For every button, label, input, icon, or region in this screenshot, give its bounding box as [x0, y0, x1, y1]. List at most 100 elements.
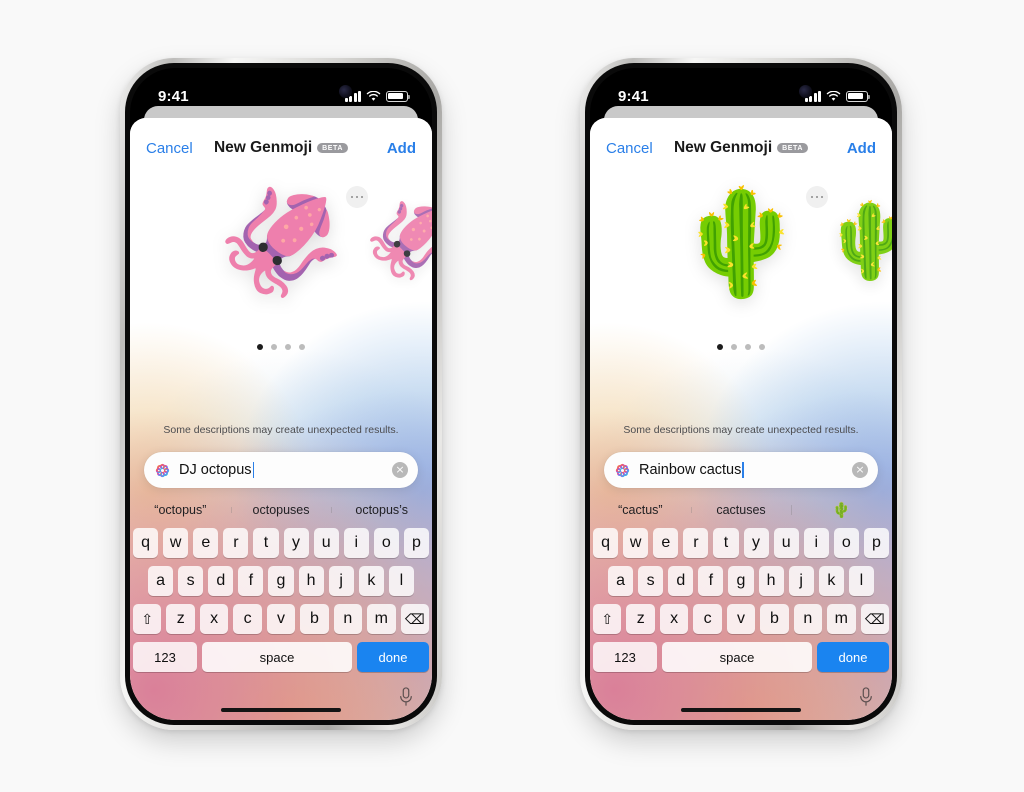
- key-c[interactable]: c: [693, 604, 722, 634]
- key-l[interactable]: l: [848, 566, 874, 596]
- key-i[interactable]: i: [803, 528, 829, 558]
- space-key[interactable]: space: [662, 642, 812, 672]
- key-w[interactable]: w: [623, 528, 649, 558]
- key-a[interactable]: a: [148, 566, 174, 596]
- key-k[interactable]: k: [358, 566, 384, 596]
- key-y[interactable]: y: [283, 528, 309, 558]
- suggestion-item-2[interactable]: cactuses: [690, 503, 792, 517]
- page-dot-3[interactable]: [285, 344, 291, 350]
- cancel-button[interactable]: Cancel: [606, 140, 653, 157]
- description-input[interactable]: DJ octopus ×: [144, 452, 418, 488]
- key-s[interactable]: s: [178, 566, 204, 596]
- keyboard-row-2: a s d f g h j k l: [133, 566, 429, 596]
- shift-icon[interactable]: ⇧: [133, 604, 162, 634]
- key-v[interactable]: v: [726, 604, 756, 634]
- cancel-button[interactable]: Cancel: [146, 140, 193, 157]
- done-key[interactable]: done: [817, 642, 889, 672]
- microphone-icon[interactable]: [858, 687, 874, 707]
- key-g[interactable]: g: [728, 566, 754, 596]
- key-d[interactable]: d: [208, 566, 234, 596]
- key-b[interactable]: b: [760, 604, 789, 634]
- key-h[interactable]: h: [758, 566, 784, 596]
- description-input[interactable]: Rainbow cactus ×: [604, 452, 878, 488]
- clear-icon[interactable]: ×: [392, 462, 408, 478]
- key-o[interactable]: o: [373, 528, 399, 558]
- key-m[interactable]: m: [827, 604, 856, 634]
- key-t[interactable]: t: [253, 528, 279, 558]
- add-button[interactable]: Add: [387, 140, 416, 157]
- key-n[interactable]: n: [333, 604, 363, 634]
- key-c[interactable]: c: [233, 604, 262, 634]
- page-dot-2[interactable]: [731, 344, 737, 350]
- key-o[interactable]: o: [833, 528, 859, 558]
- key-z[interactable]: z: [166, 604, 195, 634]
- key-m[interactable]: m: [367, 604, 396, 634]
- key-s[interactable]: s: [638, 566, 664, 596]
- key-l[interactable]: l: [388, 566, 414, 596]
- key-d[interactable]: d: [668, 566, 694, 596]
- key-h[interactable]: h: [298, 566, 324, 596]
- page-dots[interactable]: [590, 344, 892, 350]
- suggestion-item-1[interactable]: “cactus”: [590, 503, 691, 517]
- key-e[interactable]: e: [193, 528, 219, 558]
- key-r[interactable]: r: [223, 528, 249, 558]
- backspace-icon[interactable]: ⌫: [860, 604, 889, 634]
- key-r[interactable]: r: [683, 528, 709, 558]
- keyboard-row-2: a s d f g h j k l: [593, 566, 889, 596]
- wifi-icon: [826, 90, 841, 101]
- suggestion-item-3[interactable]: 🌵: [791, 501, 892, 519]
- key-i[interactable]: i: [343, 528, 369, 558]
- key-x[interactable]: x: [199, 604, 229, 634]
- microphone-icon[interactable]: [398, 687, 414, 707]
- genmoji-secondary-art[interactable]: 🌵: [824, 200, 892, 282]
- suggestion-item-1[interactable]: “octopus”: [130, 503, 231, 517]
- key-n[interactable]: n: [793, 604, 823, 634]
- text-caret: [742, 462, 744, 478]
- key-y[interactable]: y: [743, 528, 769, 558]
- suggestion-item-2[interactable]: octopuses: [230, 503, 332, 517]
- key-u[interactable]: u: [773, 528, 799, 558]
- page-dot-1[interactable]: [717, 344, 723, 350]
- key-k[interactable]: k: [818, 566, 844, 596]
- key-b[interactable]: b: [300, 604, 329, 634]
- key-g[interactable]: g: [268, 566, 294, 596]
- genmoji-primary-art[interactable]: 🌵: [676, 186, 806, 301]
- clear-icon[interactable]: ×: [852, 462, 868, 478]
- key-z[interactable]: z: [626, 604, 655, 634]
- numbers-key[interactable]: 123: [593, 642, 657, 672]
- key-v[interactable]: v: [266, 604, 296, 634]
- key-j[interactable]: j: [328, 566, 354, 596]
- page-dots[interactable]: [130, 344, 432, 350]
- key-q[interactable]: q: [133, 528, 159, 558]
- shift-icon[interactable]: ⇧: [593, 604, 622, 634]
- key-t[interactable]: t: [713, 528, 739, 558]
- page-dot-3[interactable]: [745, 344, 751, 350]
- page-dot-4[interactable]: [299, 344, 305, 350]
- key-f[interactable]: f: [698, 566, 724, 596]
- key-j[interactable]: j: [788, 566, 814, 596]
- page-dot-4[interactable]: [759, 344, 765, 350]
- key-f[interactable]: f: [238, 566, 264, 596]
- home-indicator[interactable]: [681, 708, 801, 712]
- backspace-icon[interactable]: ⌫: [400, 604, 429, 634]
- key-p[interactable]: p: [863, 528, 889, 558]
- key-a[interactable]: a: [608, 566, 634, 596]
- page-dot-2[interactable]: [271, 344, 277, 350]
- key-p[interactable]: p: [403, 528, 429, 558]
- key-w[interactable]: w: [163, 528, 189, 558]
- add-button[interactable]: Add: [847, 140, 876, 157]
- key-u[interactable]: u: [313, 528, 339, 558]
- done-key[interactable]: done: [357, 642, 429, 672]
- space-key[interactable]: space: [202, 642, 352, 672]
- page-dot-1[interactable]: [257, 344, 263, 350]
- key-q[interactable]: q: [593, 528, 619, 558]
- suggestion-item-3[interactable]: octopus’s: [331, 503, 432, 517]
- key-x[interactable]: x: [659, 604, 689, 634]
- description-field-wrap: DJ octopus ×: [130, 452, 432, 488]
- key-e[interactable]: e: [653, 528, 679, 558]
- genmoji-sheet: Cancel New Genmoji BETA Add 🌵 🌵 Some des…: [590, 118, 892, 720]
- genmoji-primary-art[interactable]: 🦑: [216, 186, 346, 301]
- genmoji-secondary-art[interactable]: 🦑: [364, 200, 432, 282]
- home-indicator[interactable]: [221, 708, 341, 712]
- numbers-key[interactable]: 123: [133, 642, 197, 672]
